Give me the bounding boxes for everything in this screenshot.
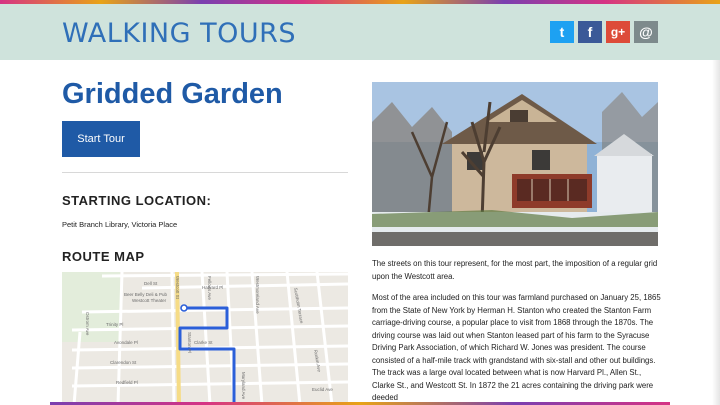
email-icon[interactable]: @	[634, 21, 658, 43]
scroll-shadow	[712, 60, 720, 405]
map-label: Stanton Pl	[187, 332, 192, 353]
map-label: Trinity Pl	[106, 322, 123, 327]
house-photo-image	[372, 82, 658, 246]
map-label: Clarke St	[194, 340, 213, 345]
starting-location-text: Petit Branch Library, Victoria Place	[62, 220, 178, 229]
map-park-area	[62, 272, 120, 342]
map-canvas: Dell St Harvard Pl Beer Belly Deli & Pub…	[62, 272, 348, 405]
route-map-heading: ROUTE MAP	[62, 249, 145, 264]
page-title: Gridded Garden	[62, 78, 283, 110]
twitter-icon[interactable]: t	[550, 21, 574, 43]
map-route-start-marker	[180, 304, 188, 312]
google-plus-icon[interactable]: g+	[606, 21, 630, 43]
site-header: WALKING TOURS t f g+ @	[0, 4, 720, 60]
map-label: Maryland Ave	[241, 372, 246, 400]
map-label: Westcott Theater	[132, 298, 167, 303]
map-label: Clarendon St	[110, 360, 137, 365]
map-label: Dell St	[144, 281, 158, 286]
facebook-icon[interactable]: f	[578, 21, 602, 43]
map-label: Redfield Pl	[116, 380, 138, 385]
map-label: Westcott St	[175, 276, 180, 300]
site-title[interactable]: WALKING TOURS	[62, 18, 296, 49]
history-paragraph: Most of the area included on this tour w…	[372, 293, 661, 402]
map-label: Westmoreland Ave	[255, 276, 260, 314]
start-tour-button[interactable]: Start Tour	[62, 121, 140, 157]
map-label: Avondale Pl	[114, 340, 138, 345]
intro-paragraph: The streets on this tour represent, for …	[372, 259, 658, 281]
map-label: Beer Belly Deli & Pub	[124, 292, 168, 297]
map-label: Ostrom Ave	[85, 312, 90, 336]
map-label: Euclid Ave	[312, 387, 333, 392]
map-label: Fellows Ave	[207, 276, 212, 300]
starting-location-heading: STARTING LOCATION:	[62, 193, 212, 208]
divider	[62, 172, 348, 173]
house-photo	[372, 82, 658, 246]
route-map[interactable]: Dell St Harvard Pl Beer Belly Deli & Pub…	[62, 272, 348, 405]
